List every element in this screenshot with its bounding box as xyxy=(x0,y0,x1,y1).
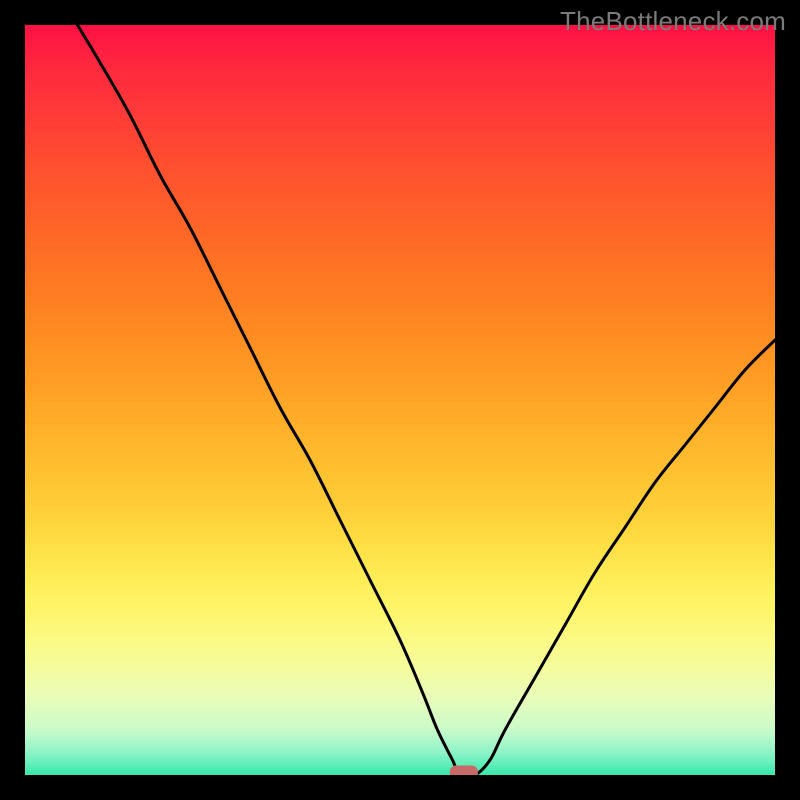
bottleneck-curve xyxy=(78,25,776,775)
chart-frame: TheBottleneck.com xyxy=(0,0,800,800)
chart-svg xyxy=(25,25,775,775)
watermark-text: TheBottleneck.com xyxy=(560,6,786,37)
optimal-point-marker xyxy=(450,766,478,776)
